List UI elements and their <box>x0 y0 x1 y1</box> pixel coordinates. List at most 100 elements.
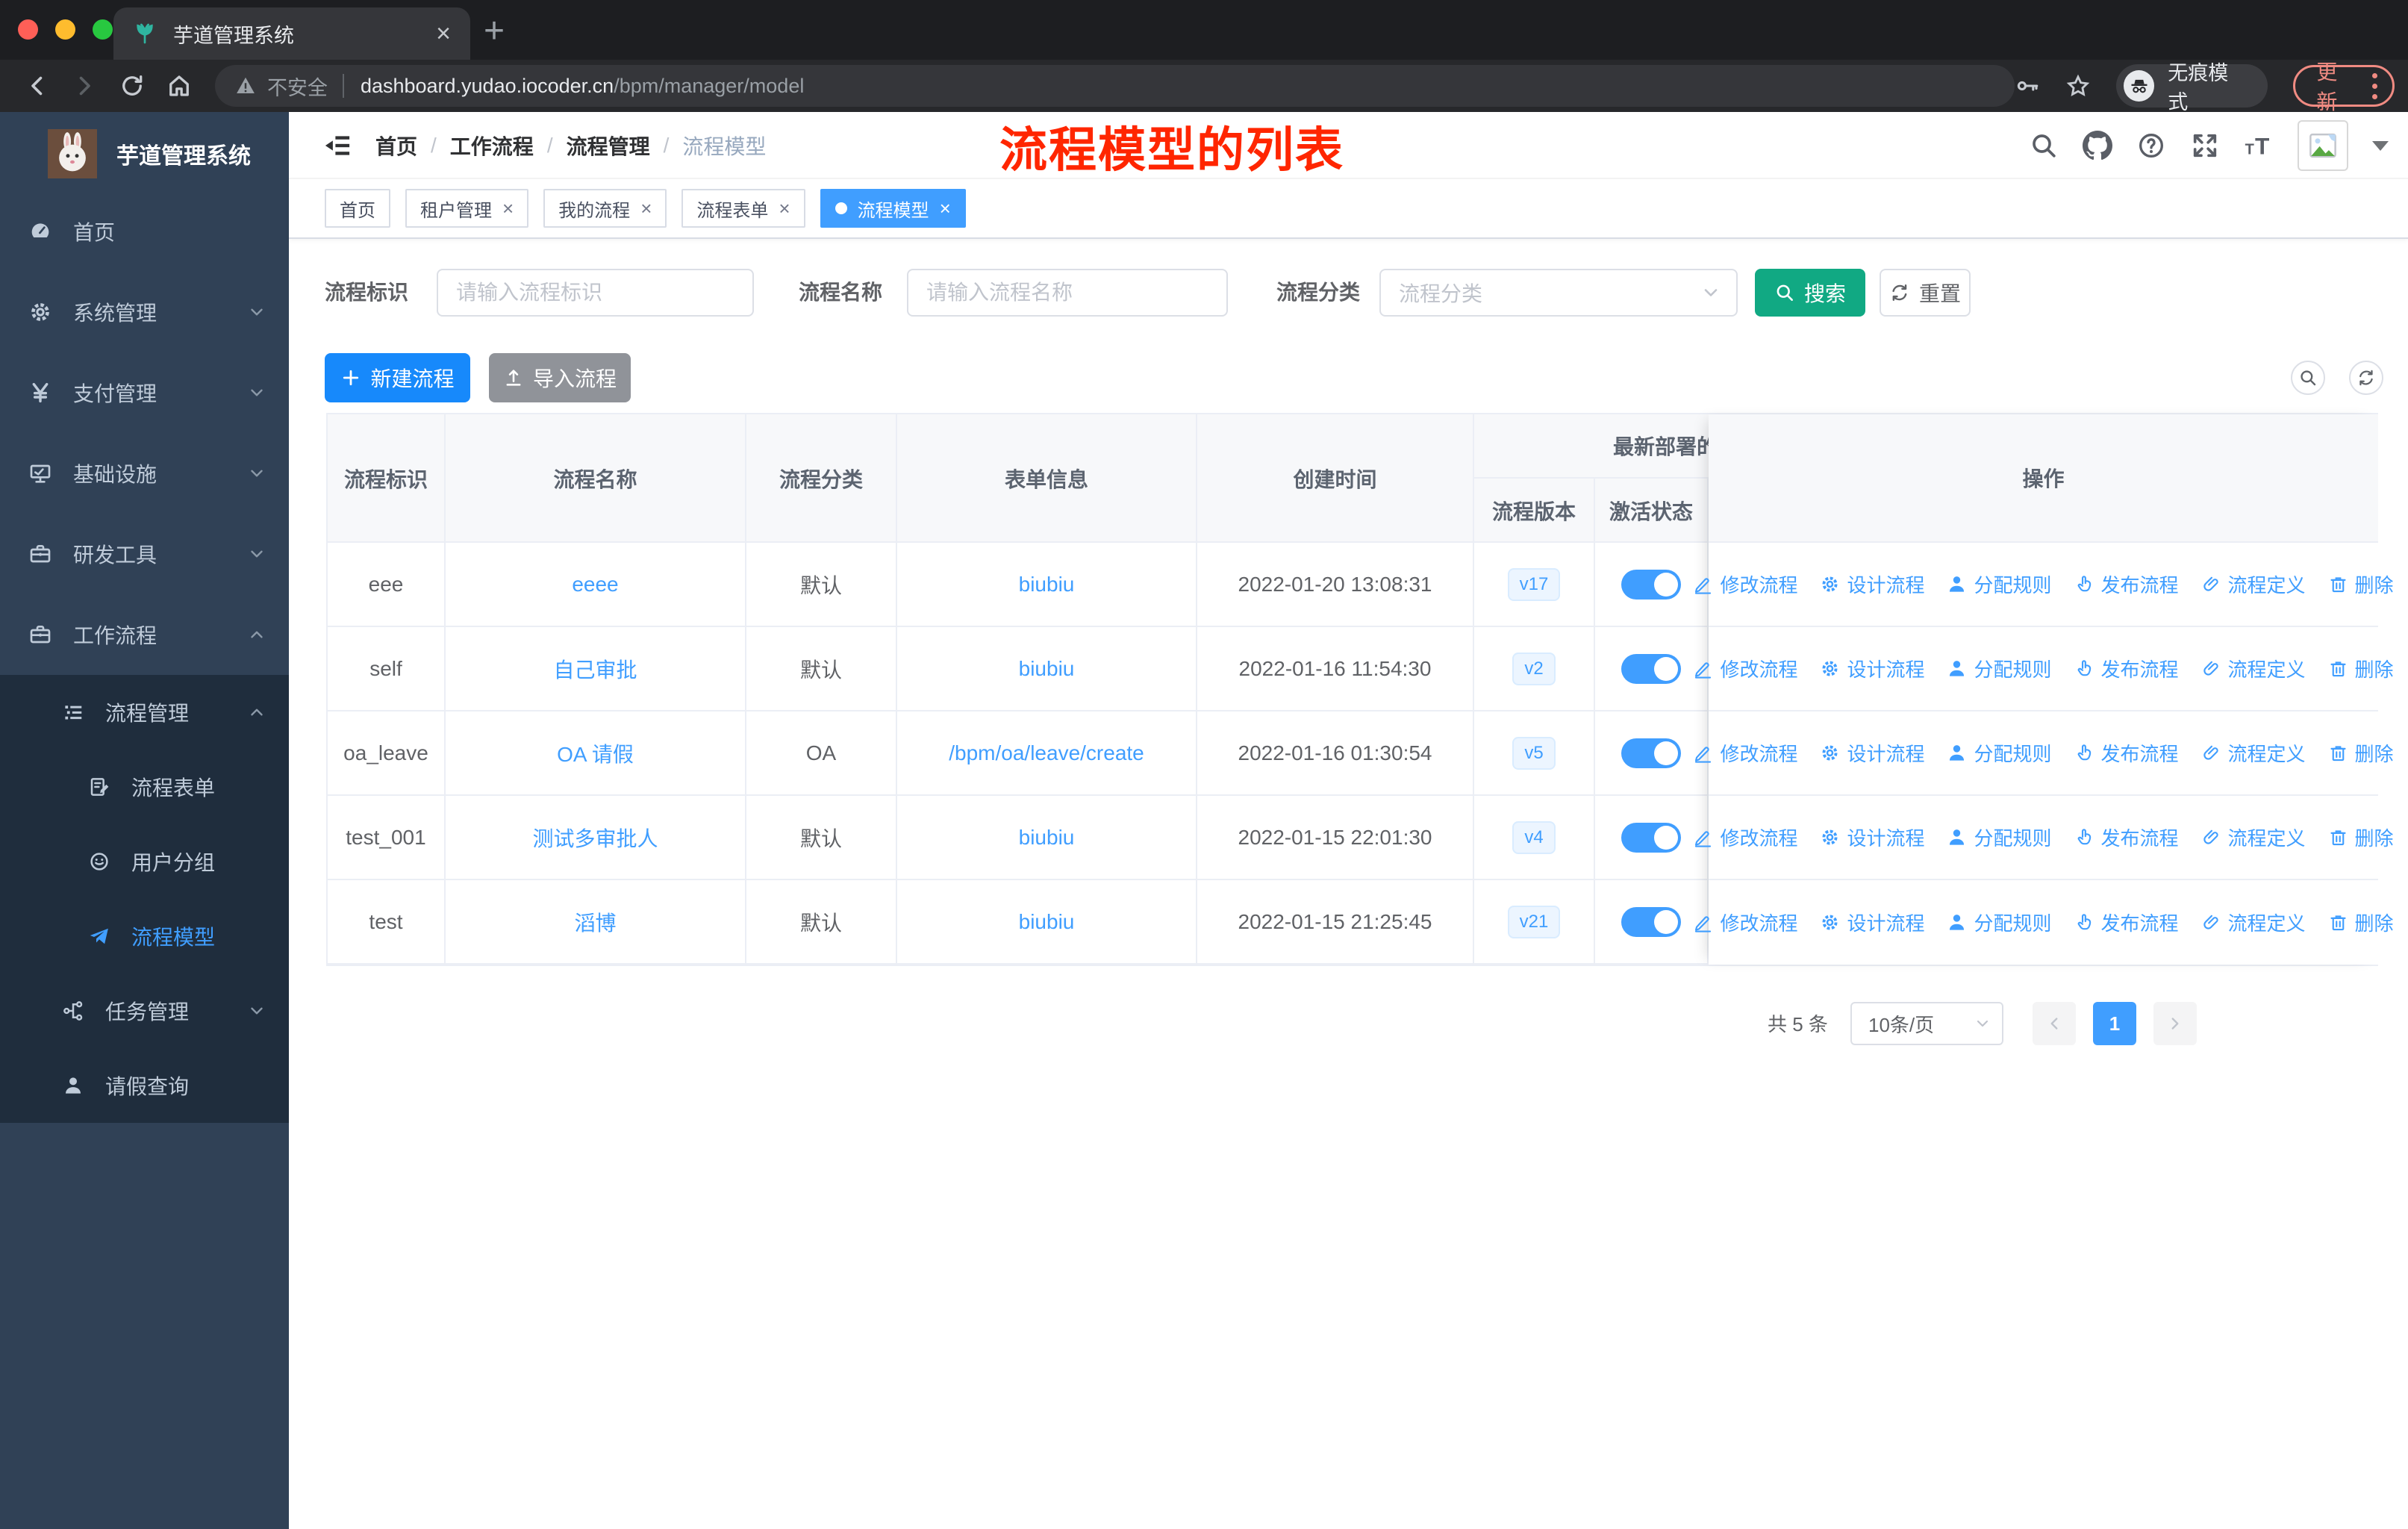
fullscreen-icon[interactable] <box>2190 131 2220 161</box>
delete-link[interactable]: 删除 <box>2328 570 2394 598</box>
assign-rule-link[interactable]: 分配规则 <box>1947 909 2052 936</box>
assign-rule-link[interactable]: 分配规则 <box>1947 570 2052 598</box>
next-page-button[interactable] <box>2153 1002 2197 1045</box>
search-button[interactable]: 搜索 <box>1755 269 1865 317</box>
process-definition-link[interactable]: 流程定义 <box>2201 909 2306 936</box>
reload-icon[interactable] <box>108 72 155 99</box>
sidebar-item-system[interactable]: 系统管理 <box>0 272 289 352</box>
category-select[interactable]: 流程分类 <box>1379 269 1738 317</box>
reset-button[interactable]: 重置 <box>1880 269 1971 317</box>
assign-rule-link[interactable]: 分配规则 <box>1947 655 2052 682</box>
tag-my-process[interactable]: 我的流程 × <box>543 189 667 228</box>
close-window-button[interactable] <box>18 19 38 40</box>
process-definition-link[interactable]: 流程定义 <box>2201 739 2306 767</box>
font-size-icon[interactable] <box>2244 131 2274 161</box>
github-icon[interactable] <box>2083 131 2112 161</box>
design-process-link[interactable]: 设计流程 <box>1820 739 1924 767</box>
import-process-button[interactable]: 导入流程 <box>489 353 631 402</box>
tag-home[interactable]: 首页 <box>325 189 390 228</box>
active-toggle[interactable] <box>1621 569 1681 600</box>
modify-process-link[interactable]: 修改流程 <box>1693 909 1797 936</box>
form-info-link[interactable]: biubiu <box>1019 910 1075 934</box>
tag-tenant[interactable]: 租户管理 × <box>405 189 529 228</box>
help-icon[interactable] <box>2136 131 2166 161</box>
breadcrumb-process-management[interactable]: 流程管理 <box>567 131 650 161</box>
breadcrumb-workflow[interactable]: 工作流程 <box>450 131 534 161</box>
publish-process-link[interactable]: 发布流程 <box>2074 655 2179 682</box>
create-process-button[interactable]: 新建流程 <box>325 353 470 402</box>
bookmark-star-icon[interactable] <box>2065 73 2091 99</box>
publish-process-link[interactable]: 发布流程 <box>2074 739 2179 767</box>
process-definition-link[interactable]: 流程定义 <box>2201 655 2306 682</box>
active-toggle[interactable] <box>1621 906 1681 937</box>
assign-rule-link[interactable]: 分配规则 <box>1947 739 2052 767</box>
process-name-link[interactable]: 滔博 <box>574 907 616 937</box>
sidebar-item-task-management[interactable]: 任务管理 <box>0 974 289 1048</box>
close-icon[interactable]: × <box>502 199 514 218</box>
delete-link[interactable]: 删除 <box>2328 739 2394 767</box>
prev-page-button[interactable] <box>2033 1002 2076 1045</box>
process-name-link[interactable]: 测试多审批人 <box>532 823 658 853</box>
form-info-link[interactable]: biubiu <box>1019 573 1075 597</box>
sidebar-item-workflow[interactable]: 工作流程 <box>0 594 289 675</box>
design-process-link[interactable]: 设计流程 <box>1820 570 1924 598</box>
sidebar-item-devtools[interactable]: 研发工具 <box>0 514 289 594</box>
sidebar-item-payment[interactable]: 支付管理 <box>0 352 289 433</box>
browser-tab[interactable]: 芋道管理系统 × <box>113 7 470 60</box>
sidebar-item-user-group[interactable]: 用户分组 <box>0 824 289 899</box>
sidebar-item-process-model[interactable]: 流程模型 <box>0 899 289 974</box>
avatar-caret-icon[interactable] <box>2372 140 2389 151</box>
modify-process-link[interactable]: 修改流程 <box>1693 570 1797 598</box>
zoom-window-button[interactable] <box>93 19 113 40</box>
user-avatar[interactable] <box>2298 120 2348 171</box>
page-size-select[interactable]: 10条/页 <box>1850 1002 2003 1045</box>
tag-process-model-active[interactable]: 流程模型 × <box>820 189 966 228</box>
breadcrumb-home[interactable]: 首页 <box>375 131 417 161</box>
process-name-link[interactable]: 自己审批 <box>553 654 637 684</box>
modify-process-link[interactable]: 修改流程 <box>1693 739 1797 767</box>
modify-process-link[interactable]: 修改流程 <box>1693 823 1797 851</box>
back-icon[interactable] <box>13 72 60 99</box>
form-info-link[interactable]: biubiu <box>1019 826 1075 850</box>
delete-link[interactable]: 删除 <box>2328 655 2394 682</box>
sidebar-collapse-icon[interactable] <box>322 130 353 161</box>
page-number-current[interactable]: 1 <box>2093 1002 2136 1045</box>
process-name-link[interactable]: OA 请假 <box>557 738 634 768</box>
sidebar-item-process-form[interactable]: 流程表单 <box>0 750 289 824</box>
active-toggle[interactable] <box>1621 822 1681 853</box>
sidebar-item-infrastructure[interactable]: 基础设施 <box>0 433 289 514</box>
process-name-input[interactable] <box>907 269 1228 317</box>
search-icon[interactable] <box>2029 131 2059 161</box>
active-toggle[interactable] <box>1621 653 1681 684</box>
forward-icon[interactable] <box>60 72 107 99</box>
design-process-link[interactable]: 设计流程 <box>1820 823 1924 851</box>
delete-link[interactable]: 删除 <box>2328 823 2394 851</box>
show-search-circle-button[interactable] <box>2291 361 2325 395</box>
close-icon[interactable]: × <box>640 199 652 218</box>
form-info-link[interactable]: /bpm/oa/leave/create <box>949 741 1144 765</box>
tab-close-icon[interactable]: × <box>436 21 451 46</box>
password-key-icon[interactable] <box>2015 73 2040 99</box>
new-tab-button[interactable]: + <box>484 10 505 52</box>
process-name-link[interactable]: eeee <box>572 573 618 597</box>
publish-process-link[interactable]: 发布流程 <box>2074 823 2179 851</box>
sidebar-item-leave-query[interactable]: 请假查询 <box>0 1048 289 1123</box>
form-info-link[interactable]: biubiu <box>1019 657 1075 681</box>
design-process-link[interactable]: 设计流程 <box>1820 909 1924 936</box>
process-key-input[interactable] <box>437 269 754 317</box>
publish-process-link[interactable]: 发布流程 <box>2074 570 2179 598</box>
tag-process-form[interactable]: 流程表单 × <box>681 189 805 228</box>
close-icon[interactable]: × <box>940 199 951 218</box>
design-process-link[interactable]: 设计流程 <box>1820 655 1924 682</box>
active-toggle[interactable] <box>1621 738 1681 768</box>
publish-process-link[interactable]: 发布流程 <box>2074 909 2179 936</box>
browser-update-menu[interactable]: 更新 <box>2293 60 2395 113</box>
sidebar-item-home[interactable]: 首页 <box>0 191 289 272</box>
assign-rule-link[interactable]: 分配规则 <box>1947 823 2052 851</box>
delete-link[interactable]: 删除 <box>2328 909 2394 936</box>
sidebar-item-process-management[interactable]: 流程管理 <box>0 675 289 750</box>
refresh-circle-button[interactable] <box>2349 361 2383 395</box>
sidebar-logo[interactable]: 芋道管理系统 <box>0 112 289 184</box>
close-icon[interactable]: × <box>779 199 790 218</box>
minimize-window-button[interactable] <box>55 19 75 40</box>
